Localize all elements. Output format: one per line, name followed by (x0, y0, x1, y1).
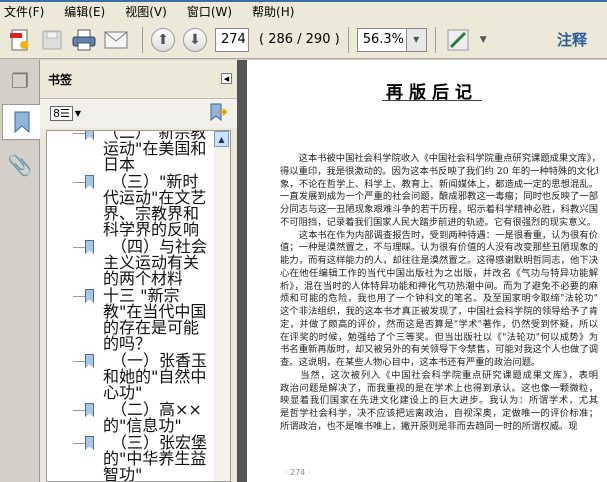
bookmark-icon (14, 111, 29, 133)
text-line: 能力，而有这样能力的人，却往往是漠然置之。这得感谢默明哲同志，他下决 (280, 255, 598, 266)
text-line: 这本书被中国社会科学院收入《中国社会科学院重点研究课题成果文库》， (280, 153, 598, 164)
bookmark-item[interactable]: （一）张香玉和她的"自然中心功" (47, 353, 230, 401)
chevron-down-icon[interactable]: ▼ (75, 109, 81, 118)
bookmark-item[interactable]: （三）"新时代运动"在文艺界、宗教界和科学界的反响 (47, 174, 230, 238)
text-line: 得以重印，我是很激动的。因为这本书反映了我们约 20 年的一种特殊的文化现 (280, 165, 598, 177)
bookmark-label: （二）高××的"信息功" (103, 400, 202, 435)
bookmark-goto-icon (210, 103, 228, 122)
more-tools-icon[interactable]: ▼ (480, 35, 487, 45)
expand-bookmark-button[interactable] (209, 103, 228, 124)
envelope-icon (104, 31, 128, 48)
bookmarks-title: 书签 (48, 72, 73, 87)
menu-file[interactable]: 文件(F) (4, 3, 44, 20)
bookmark-label: （一）张香玉和她的"自然中心功" (103, 351, 208, 402)
navigation-pane-tabs: ❐ 📎 (0, 60, 40, 482)
bookmarks-scrollbar[interactable]: ▲ (214, 131, 230, 481)
document-page: 再版后记 这本书被中国社会科学院收入《中国社会科学院重点研究课题成果文库》， 得以… (247, 60, 607, 482)
fit-page-button[interactable] (444, 26, 472, 54)
bookmarks-toolbar: 8☰ ▼ (40, 98, 237, 128)
text-line: 在评奖的时候，勉强给了个三等奖。但当出版社以《"法轮功"何以成势》为 (280, 331, 598, 343)
bookmarks-tab[interactable] (2, 104, 40, 140)
text-line: 政治问题是解决了，而我重视的是在学术上也得到承认。这也像一颗微粒， (280, 382, 598, 394)
next-page-button[interactable]: ⬇ (183, 27, 207, 52)
toolbar-separator (347, 26, 349, 53)
document-body: 这本书被中国社会科学院收入《中国社会科学院重点研究课题成果文库》， 得以重印，我是… (280, 153, 598, 434)
text-line: 当然，这次被列入《中国社会科学院重点研究课题成果文库》，表明 (280, 369, 598, 381)
arrow-down-icon: ⬇ (189, 31, 201, 48)
page-number: · 274 · (285, 468, 311, 477)
collapse-panel-button[interactable]: ◀ (221, 73, 232, 84)
toolbar-separator (434, 26, 436, 53)
scroll-up-icon[interactable]: ▲ (214, 131, 229, 147)
bookmark-icon (85, 403, 94, 417)
print-button[interactable] (70, 26, 98, 54)
text-line: 不可阻挡，记录着我们国家人民大踏步前进的轨迹。它有很强烈的现实意义。 (280, 216, 597, 228)
pages-tab[interactable]: ❐ (6, 66, 34, 96)
bookmark-item[interactable]: 十三 "新宗教"在当代中国的存在是可能的吗？ (47, 288, 230, 352)
zoom-select[interactable]: 56.3% ▼ (356, 27, 427, 52)
text-line: 定，并做了颇高的评价，然而这是否算是"学术"著作，仍然受到怀疑，所以 (280, 318, 598, 330)
chevron-down-icon[interactable]: ▼ (406, 27, 427, 52)
bookmark-icon (85, 175, 94, 189)
menu-edit[interactable]: 编辑(E) (64, 3, 105, 20)
zoom-value[interactable]: 56.3% (356, 27, 407, 52)
title-underline (382, 100, 482, 101)
text-line: 心在他任编辑工作的当代中国出版社为之出版，并改名《气功与特异功能解 (280, 267, 598, 279)
text-line: 映显着我们国家在先进文化建设上的巨大进步。我认为：所谓学术，尤其 (280, 395, 598, 407)
text-line: 象，不论在哲学上、科学上、教育上、新闻媒体上，都造成一定的思想混乱。 (280, 178, 598, 190)
bookmark-icon (85, 354, 94, 368)
bookmark-icon (85, 289, 94, 303)
email-button[interactable] (102, 26, 130, 54)
bookmarks-panel: 书签 ◀ 8☰ ▼ （二）"新宗教运动"在美国和日本 （三）"新时代运动"在文艺界、… (40, 60, 237, 482)
text-line: 这本书在作为内部调查报告时，受到两种待遇：一是很看重，认为很有价 (280, 229, 598, 241)
bookmark-label: （四）与社会主义运动有关的两个材料 (103, 237, 208, 288)
text-line: 值；一种是漠然置之，不与理睬。认为很有价值的人没有改变那些丑陋现象的 (280, 242, 598, 254)
pane-splitter[interactable] (237, 60, 247, 482)
paperclip-icon: 📎 (7, 153, 33, 177)
printer-icon (72, 29, 96, 50)
page-count: ( 286 / 290 ) (259, 32, 340, 47)
comment-button[interactable]: 注释 (557, 29, 587, 50)
bookmark-icon (85, 436, 94, 450)
bookmark-label: （三）"新时代运动"在文艺界、宗教界和科学界的反响 (103, 172, 207, 239)
bookmark-icon (85, 240, 94, 254)
toolbar-separator (142, 26, 143, 53)
text-line: 烦和可能的危险，我也用了一个钟科文的笔名。及至国家明令取缔"法轮功" (280, 293, 598, 305)
text-line: 这个非法组织，我的这本书才真正被发现了，中国社会科学院的领导给予了肯 (280, 306, 598, 317)
bookmark-label: （三）张宏堡的"中华养生益智功" (103, 433, 208, 482)
text-line: 析》，混在当时的人体特异功能和神化气功热潮中间。而为了避免不必要的麻 (280, 280, 598, 292)
create-pdf-icon (10, 29, 28, 50)
menu-window[interactable]: 窗口(W) (187, 3, 232, 20)
text-line: 所谓政治，也不是唯书唯上，撇开原则是非而去趋同一时的所谓权威。现 (280, 420, 578, 432)
bookmark-label: （二）"新宗教运动"在美国和日本 (103, 130, 207, 174)
pages-icon: ❐ (11, 69, 29, 93)
menu-view[interactable]: 视图(V) (125, 3, 167, 20)
save-button[interactable] (38, 26, 66, 54)
previous-page-button[interactable]: ⬆ (151, 27, 175, 52)
toolbar: ⬆ ⬇ 274 ( 286 / 290 ) 56.3% ▼ ▼ 注释 (0, 21, 607, 59)
text-line: 一直发展到成为一个严重的社会问题，酿成邪教这一毒瘤；同时也反映了一部 (280, 191, 598, 203)
bookmark-item[interactable]: （二）"新宗教运动"在美国和日本 (47, 130, 230, 174)
bookmark-item[interactable]: （三）张宏堡的"中华养生益智功" (47, 433, 230, 482)
arrow-up-icon: ⬆ (157, 31, 169, 48)
page-number-input[interactable]: 274 (215, 27, 249, 52)
bookmark-item[interactable]: （二）高××的"信息功" (47, 402, 230, 434)
text-line: 分同志与这一丑陋现象艰难斗争的若干历程，昭示着科学精神必胜，科教兴国 (280, 204, 598, 215)
text-line: 是哲学社会科学，决不应该把远离政治，自视深奥，定做唯一的评价标准； (280, 408, 598, 419)
text-line: 书名重新再版时，却又被另外的有关领导下令禁售，可能对我这个人也做了调 (280, 344, 598, 356)
expand-icon (447, 29, 469, 50)
bookmarks-list: （二）"新宗教运动"在美国和日本 （三）"新时代运动"在文艺界、宗教界和科学界的… (46, 130, 231, 482)
create-pdf-button[interactable] (6, 26, 34, 54)
bookmark-icon (85, 131, 94, 140)
options-menu-button[interactable]: 8☰ (50, 106, 73, 121)
menu-help[interactable]: 帮助(H) (252, 3, 294, 20)
bookmark-label: 十三 "新宗教"在当代中国的存在是可能的吗？ (103, 286, 207, 353)
menu-bar: 文件(F) 编辑(E) 视图(V) 窗口(W) 帮助(H) (0, 0, 607, 21)
attachments-tab[interactable]: 📎 (6, 150, 34, 180)
save-icon (42, 30, 62, 49)
text-line: 查。这说明，在某些人物心目中，这本书还有严重的政治问题。 (280, 357, 541, 368)
bookmark-item[interactable]: （四）与社会主义运动有关的两个材料 (47, 239, 230, 287)
